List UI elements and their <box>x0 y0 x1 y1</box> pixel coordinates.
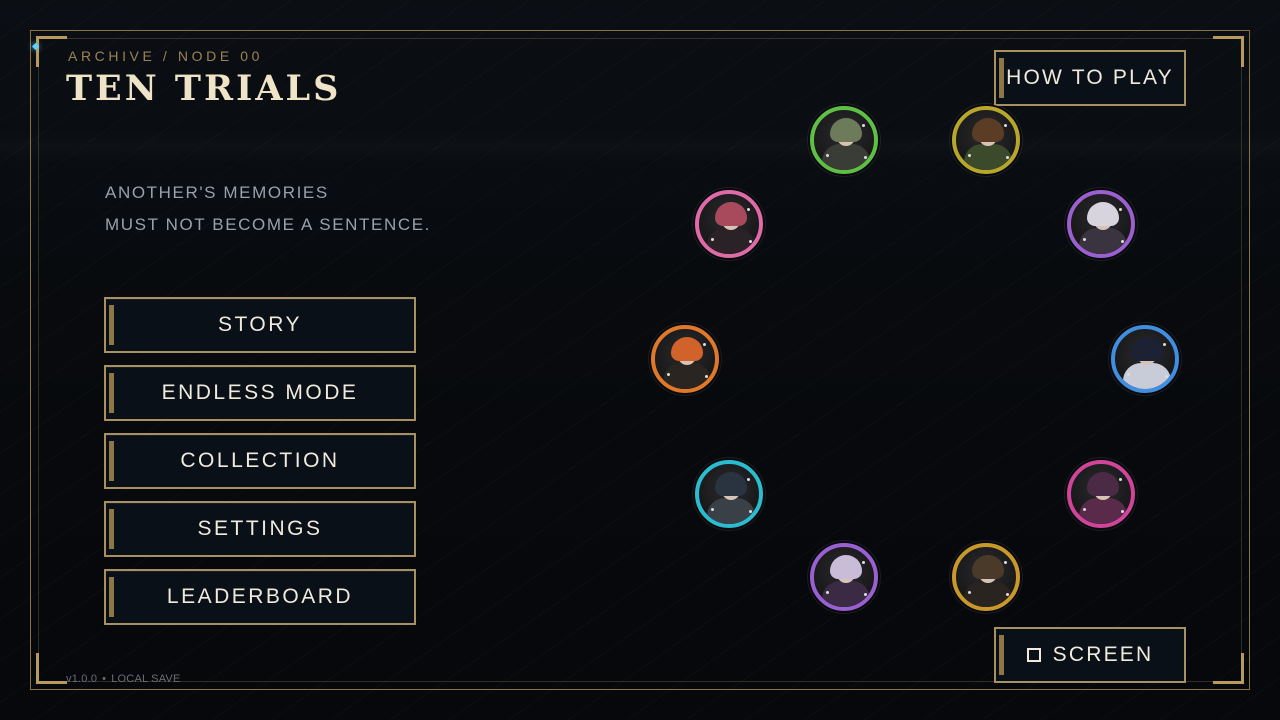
version-label: v1.0.0 <box>66 673 98 685</box>
fullscreen-icon <box>1026 648 1041 662</box>
endless-mode-button[interactable]: ENDLESS MODE <box>104 365 416 421</box>
corner-ornament-top-left <box>36 36 67 67</box>
how-to-play-label: HOW TO PLAY <box>1006 66 1174 89</box>
portrait-cyan[interactable] <box>695 460 763 528</box>
screen-label: SCREEN <box>1052 643 1154 666</box>
game-title: TEN TRIALS <box>66 68 342 109</box>
portrait-gold[interactable] <box>952 543 1020 611</box>
collection-button[interactable]: COLLECTION <box>104 433 416 489</box>
save-label: LOCAL SAVE <box>111 673 181 685</box>
separator-dot: • <box>102 673 107 685</box>
corner-ornament-top-right <box>1213 36 1244 67</box>
portrait-magenta[interactable] <box>1067 460 1135 528</box>
settings-label: SETTINGS <box>197 517 323 540</box>
tagline-line-2: MUST NOT BECOME A SENTENCE. <box>105 215 431 234</box>
endless-mode-label: ENDLESS MODE <box>161 381 359 404</box>
leaderboard-label: LEADERBOARD <box>166 585 354 608</box>
corner-ornament-bottom-right <box>1213 653 1244 684</box>
portrait-blue[interactable] <box>1111 325 1179 393</box>
portrait-violet[interactable] <box>1067 190 1135 258</box>
portrait-olive[interactable] <box>952 106 1020 174</box>
screen-button[interactable]: SCREEN <box>994 627 1186 683</box>
breadcrumb: ARCHIVE / NODE 00 <box>68 48 264 64</box>
portrait-purple[interactable] <box>810 543 878 611</box>
footer-info: v1.0.0 • LOCAL SAVE <box>66 673 181 685</box>
tagline-line-1: ANOTHER'S MEMORIES <box>105 183 329 202</box>
how-to-play-button[interactable]: HOW TO PLAY <box>994 50 1186 106</box>
portrait-green[interactable] <box>810 106 878 174</box>
story-button[interactable]: STORY <box>104 297 416 353</box>
portrait-orange[interactable] <box>651 325 719 393</box>
portrait-pink[interactable] <box>695 190 763 258</box>
leaderboard-button[interactable]: LEADERBOARD <box>104 569 416 625</box>
settings-button[interactable]: SETTINGS <box>104 501 416 557</box>
collection-label: COLLECTION <box>180 449 340 472</box>
corner-ornament-bottom-left <box>36 653 67 684</box>
story-label: STORY <box>217 313 303 336</box>
